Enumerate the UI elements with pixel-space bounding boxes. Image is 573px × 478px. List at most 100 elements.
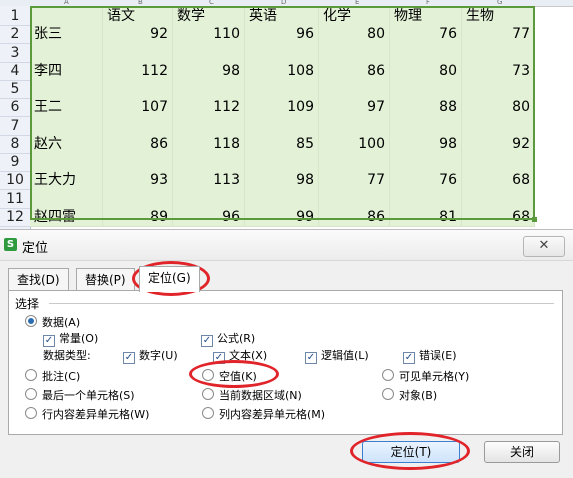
radio-row-diff[interactable]: 行内容差异单元格(W): [25, 407, 149, 421]
cell-grid[interactable]: 语文 数学 英语 化学 物理 生物 张三 92 110 96 80 76 77 李四 112 98 108 86 8…: [30, 6, 573, 229]
score-cell[interactable]: 112: [103, 61, 173, 81]
score-cell[interactable]: 99: [245, 207, 319, 227]
empty-cell[interactable]: [390, 79, 462, 99]
empty-cell[interactable]: [173, 43, 245, 63]
score-cell[interactable]: 89: [103, 207, 173, 227]
empty-cell[interactable]: [319, 43, 390, 63]
radio-visible-cells[interactable]: 可见单元格(Y): [382, 369, 469, 383]
radio-icon[interactable]: [382, 369, 394, 381]
empty-cell[interactable]: [390, 152, 462, 172]
empty-cell[interactable]: [462, 152, 535, 172]
empty-cell[interactable]: [245, 116, 319, 136]
empty-cell[interactable]: [245, 152, 319, 172]
score-cell[interactable]: 112: [173, 97, 245, 117]
row-number[interactable]: 1: [0, 6, 30, 26]
empty-cell[interactable]: [173, 189, 245, 209]
checkbox-logical[interactable]: ✓ 逻辑值(L): [305, 349, 369, 364]
name-cell[interactable]: 赵四雷: [30, 207, 103, 227]
name-cell[interactable]: 张三: [30, 24, 103, 44]
empty-cell[interactable]: [103, 79, 173, 99]
score-cell[interactable]: 98: [245, 170, 319, 190]
empty-cell[interactable]: [462, 116, 535, 136]
empty-cell[interactable]: [245, 79, 319, 99]
row-number[interactable]: 4: [0, 61, 30, 81]
dialog-titlebar[interactable]: S 定位 ✕: [0, 230, 573, 261]
header-cell[interactable]: 物理: [390, 6, 462, 26]
score-cell[interactable]: 110: [173, 24, 245, 44]
score-cell[interactable]: 92: [103, 24, 173, 44]
empty-cell[interactable]: [319, 116, 390, 136]
score-cell[interactable]: 109: [245, 97, 319, 117]
radio-col-diff[interactable]: 列内容差异单元格(M): [202, 407, 325, 421]
row-number[interactable]: 10: [0, 170, 30, 190]
radio-objects[interactable]: 对象(B): [382, 388, 437, 402]
score-cell[interactable]: 98: [173, 61, 245, 81]
empty-cell[interactable]: [462, 189, 535, 209]
radio-icon[interactable]: [25, 369, 37, 381]
header-cell[interactable]: 生物: [462, 6, 535, 26]
checkmark-icon[interactable]: ✓: [213, 352, 225, 364]
empty-cell[interactable]: [319, 79, 390, 99]
empty-cell[interactable]: [390, 116, 462, 136]
empty-cell[interactable]: [30, 43, 103, 63]
score-cell[interactable]: 68: [462, 170, 535, 190]
score-cell[interactable]: 92: [462, 134, 535, 154]
score-cell[interactable]: 86: [103, 134, 173, 154]
empty-cell[interactable]: [462, 79, 535, 99]
score-cell[interactable]: 80: [462, 97, 535, 117]
empty-cell[interactable]: [390, 189, 462, 209]
name-cell[interactable]: 王大力: [30, 170, 103, 190]
empty-cell[interactable]: [30, 152, 103, 172]
row-number[interactable]: 9: [0, 152, 30, 172]
empty-cell[interactable]: [103, 189, 173, 209]
checkmark-icon[interactable]: ✓: [403, 352, 415, 364]
score-cell[interactable]: 93: [103, 170, 173, 190]
checkmark-icon[interactable]: ✓: [305, 352, 317, 364]
empty-cell[interactable]: [245, 189, 319, 209]
checkbox-error[interactable]: ✓ 错误(E): [403, 349, 457, 364]
row-number[interactable]: 11: [0, 189, 30, 209]
empty-cell[interactable]: [30, 79, 103, 99]
row-number[interactable]: 2: [0, 24, 30, 44]
checkmark-icon[interactable]: ✓: [123, 352, 135, 364]
radio-blanks[interactable]: 空值(K): [202, 369, 257, 383]
score-cell[interactable]: 85: [245, 134, 319, 154]
score-cell[interactable]: 80: [319, 24, 390, 44]
empty-cell[interactable]: [319, 189, 390, 209]
radio-icon[interactable]: [382, 388, 394, 400]
header-cell[interactable]: 语文: [103, 6, 173, 26]
score-cell[interactable]: 73: [462, 61, 535, 81]
checkmark-icon[interactable]: ✓: [201, 335, 213, 347]
radio-data[interactable]: 数据(A): [25, 315, 80, 329]
radio-icon[interactable]: [202, 369, 214, 381]
name-cell[interactable]: 李四: [30, 61, 103, 81]
row-number[interactable]: 3: [0, 43, 30, 63]
fill-handle[interactable]: [532, 217, 537, 222]
score-cell[interactable]: 97: [319, 97, 390, 117]
header-cell[interactable]: [30, 6, 103, 26]
name-cell[interactable]: 赵六: [30, 134, 103, 154]
score-cell[interactable]: 98: [390, 134, 462, 154]
score-cell[interactable]: 86: [319, 61, 390, 81]
empty-cell[interactable]: [103, 43, 173, 63]
radio-current-region[interactable]: 当前数据区域(N): [202, 388, 302, 402]
score-cell[interactable]: 76: [390, 170, 462, 190]
score-cell[interactable]: 77: [462, 24, 535, 44]
empty-cell[interactable]: [173, 79, 245, 99]
empty-cell[interactable]: [103, 152, 173, 172]
name-cell[interactable]: 王二: [30, 97, 103, 117]
header-cell[interactable]: 数学: [173, 6, 245, 26]
radio-last-cell[interactable]: 最后一个单元格(S): [25, 388, 135, 402]
empty-cell[interactable]: [30, 116, 103, 136]
score-cell[interactable]: 68: [462, 207, 535, 227]
goto-button[interactable]: 定位(T): [362, 441, 460, 463]
empty-cell[interactable]: [462, 43, 535, 63]
row-number[interactable]: 5: [0, 79, 30, 99]
close-button[interactable]: 关闭: [484, 441, 560, 463]
empty-cell[interactable]: [103, 116, 173, 136]
row-number[interactable]: 7: [0, 116, 30, 136]
score-cell[interactable]: 88: [390, 97, 462, 117]
radio-selected-icon[interactable]: [25, 315, 37, 327]
tab-find[interactable]: 查找(D): [8, 268, 69, 291]
score-cell[interactable]: 118: [173, 134, 245, 154]
